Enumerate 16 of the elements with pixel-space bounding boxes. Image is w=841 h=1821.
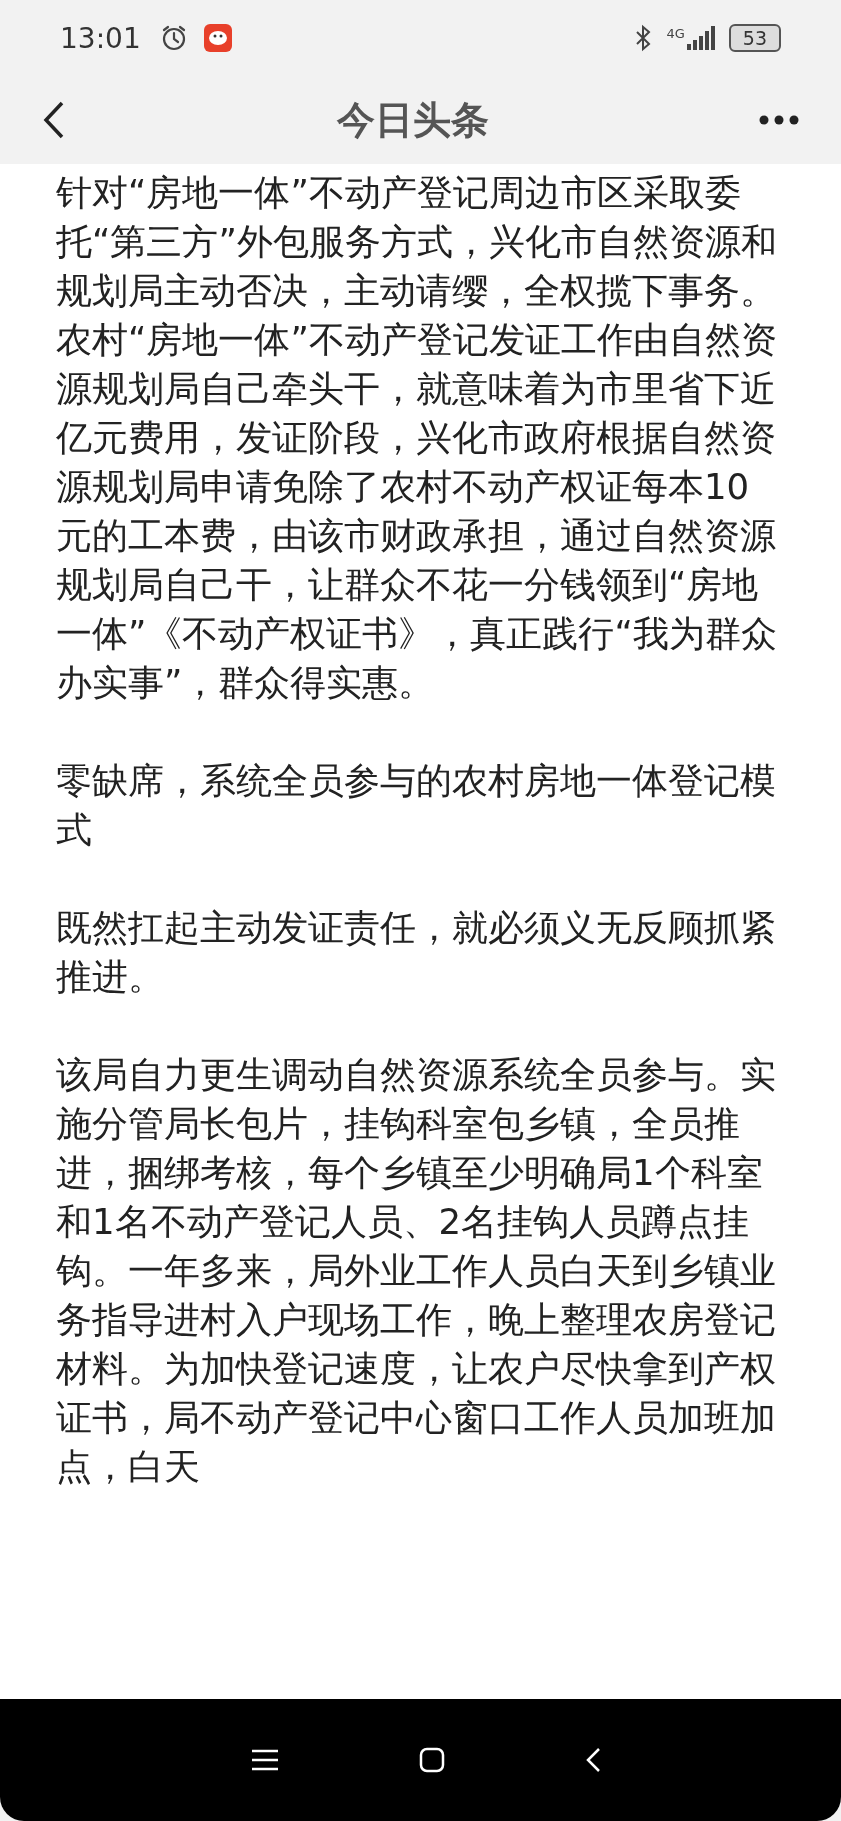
article-paragraph: 既然扛起主动发证责任，就必须义无反顾抓紧推进。 [56,906,777,999]
status-time: 13:01 [60,21,141,55]
article-paragraph: 针对“房地一体”不动产登记周边市区采取委托“第三方”外包服务方式，兴化市自然资源和规划局主动否决，主动请缨，全权揽下事务。农村“房地一体”不动产登记发证工作由自然资源规划局自己牵头干，就意味着为市里省下近亿元费用，发证阶段，兴化市政府根据自然资源规划局申请免除了农村不动产权证每本10元的工本费，由该市财政承担，通过自然资源规划局自己干，让群众不花一分钱领到“房地一体”《不动产权证书》，真正践行“我为群众办实事”，群众得实惠。 [56,171,778,705]
more-icon[interactable] [759,114,799,126]
network-type: 4G [666,26,685,41]
page-title: 今日头条 [335,96,490,144]
battery-level: 53 [728,24,781,52]
app-notification-icon [202,23,233,53]
menu-icon[interactable] [250,1749,279,1771]
back-icon[interactable] [584,1747,601,1773]
signal-icon [684,26,715,50]
article-paragraph: 该局自力更生调动自然资源系统全员参与。实施分管局长包片，挂钩科室包乡镇，全员推进，捆绑考核，每个乡镇至少明确局1个科室和1名不动产登记人员、2名挂钩人员蹲点挂钩。一年多来，局外业工作人员白天到乡镇业务指导进村入户现场工作，晚上整理农房登记材料。为加快登记速度，让农户尽快拿到产权证书，局不动产登记中心窗口工作人员加班加点，白天 [56,1053,777,1489]
bluetooth-icon [634,24,653,52]
back-icon[interactable] [42,100,66,140]
article-paragraph: 零缺席，系统全员参与的农村房地一体登记模式 [56,759,777,852]
home-icon[interactable] [418,1747,445,1773]
